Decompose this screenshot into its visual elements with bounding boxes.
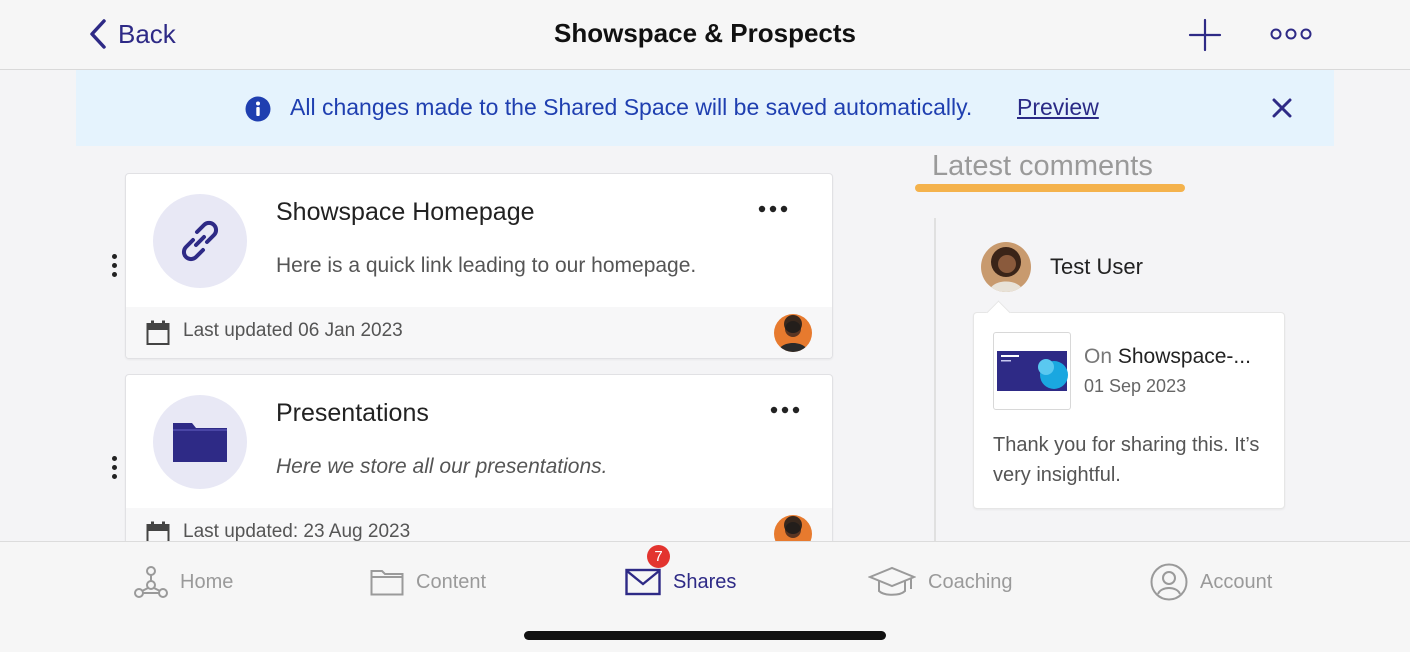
commenter-name: Test User xyxy=(1050,254,1143,279)
drag-handle[interactable] xyxy=(111,254,119,280)
card-title: Presentations xyxy=(276,399,429,427)
comment-date: 01 Sep 2023 xyxy=(1084,376,1187,396)
nav-label: Content xyxy=(416,570,487,593)
bottom-nav: Home Content Shares 7 Coaching Account xyxy=(0,541,1410,652)
slide-thumbnail[interactable] xyxy=(993,332,1071,410)
card-more-icon[interactable] xyxy=(770,405,800,415)
nav-content[interactable]: Content xyxy=(370,564,486,600)
graduation-cap-icon xyxy=(868,566,916,596)
link-thumbnail xyxy=(153,194,247,288)
notification-badge: 7 xyxy=(647,545,670,568)
avatar xyxy=(774,515,812,542)
nav-home[interactable]: Home xyxy=(134,564,233,600)
nav-shares[interactable]: Shares xyxy=(625,564,736,600)
add-icon[interactable] xyxy=(1188,18,1222,52)
nav-label: Account xyxy=(1200,570,1273,593)
home-network-icon xyxy=(134,566,168,598)
avatar xyxy=(774,314,812,352)
preview-link[interactable]: Preview xyxy=(1017,94,1099,121)
nav-account[interactable]: Account xyxy=(1150,563,1273,601)
link-icon xyxy=(181,220,219,262)
nav-coaching[interactable]: Coaching xyxy=(868,564,1013,600)
drag-handle[interactable] xyxy=(111,456,119,482)
card-description: Here is a quick link leading to our home… xyxy=(276,254,697,277)
banner-message: All changes made to the Shared Space wil… xyxy=(290,94,973,120)
folder-icon xyxy=(173,423,227,462)
space-card[interactable]: Presentations Here we store all our pres… xyxy=(125,374,833,542)
close-icon[interactable] xyxy=(1272,98,1292,118)
last-updated: Last updated: 23 Aug 2023 xyxy=(183,521,411,542)
comments-heading: Latest comments xyxy=(932,150,1153,182)
comment-pointer xyxy=(986,300,1011,325)
comment-text: Thank you for sharing this. It’s very in… xyxy=(993,434,1260,486)
top-bar: Back Showspace & Prospects xyxy=(0,0,1410,70)
autosave-banner: All changes made to the Shared Space wil… xyxy=(76,70,1334,146)
mail-icon xyxy=(625,568,661,596)
more-options-icon[interactable] xyxy=(1268,24,1314,44)
info-icon xyxy=(245,96,271,122)
nav-label: Coaching xyxy=(928,570,1013,593)
card-title: Showspace Homepage xyxy=(276,198,535,226)
card-footer: Last updated 06 Jan 2023 xyxy=(126,307,832,358)
nav-label: Shares xyxy=(673,570,737,593)
comment-card[interactable]: On Showspace-... 01 Sep 2023 Thank you f… xyxy=(973,300,1285,509)
user-circle-icon xyxy=(1150,563,1188,601)
calendar-icon xyxy=(146,521,170,542)
folder-thumbnail xyxy=(153,395,247,489)
commenter-avatar xyxy=(981,242,1031,292)
nav-label: Home xyxy=(180,570,234,593)
card-footer: Last updated: 23 Aug 2023 xyxy=(126,508,832,542)
folder-outline-icon xyxy=(370,570,404,596)
home-indicator[interactable] xyxy=(524,631,886,640)
card-description: Here we store all our presentations. xyxy=(276,455,608,478)
last-updated: Last updated 06 Jan 2023 xyxy=(183,320,403,341)
comments-highlight xyxy=(915,184,1185,192)
timeline-divider xyxy=(934,218,936,542)
space-card[interactable]: Showspace Homepage Here is a quick link … xyxy=(125,173,833,359)
card-more-icon[interactable] xyxy=(758,204,788,214)
calendar-icon xyxy=(146,320,170,345)
comment-target-name[interactable]: Showspace-... xyxy=(1118,345,1251,368)
content-area: All changes made to the Shared Space wil… xyxy=(76,70,1334,542)
comment-target: On Showspace-... xyxy=(1084,345,1251,368)
